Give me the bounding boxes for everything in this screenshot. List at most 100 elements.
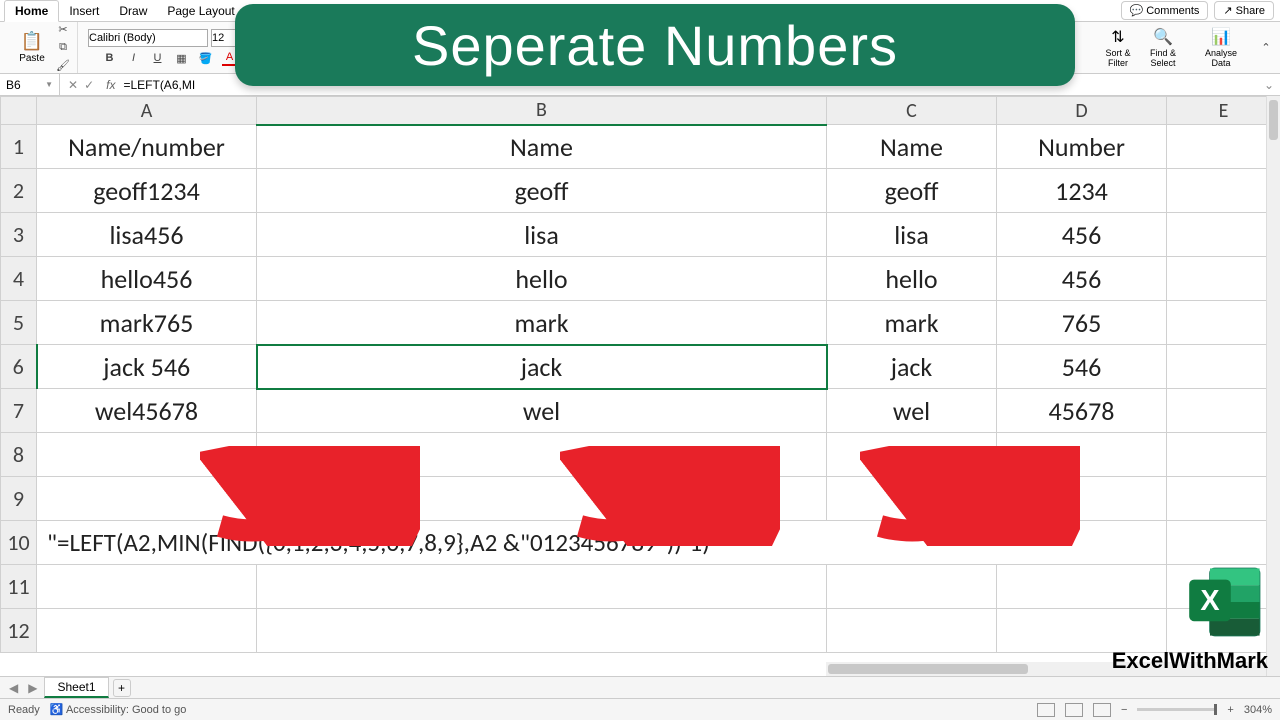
cell-A3[interactable]: lisa456 (37, 213, 257, 257)
row-header[interactable]: 9 (1, 477, 37, 521)
cell-B1[interactable]: Name (257, 125, 827, 169)
cell-E5[interactable] (1167, 301, 1280, 345)
cell-C12[interactable] (827, 609, 997, 653)
sheet-nav-prev-icon[interactable]: ◀ (6, 681, 21, 695)
row-header[interactable]: 12 (1, 609, 37, 653)
cell-E4[interactable] (1167, 257, 1280, 301)
cell-E2[interactable] (1167, 169, 1280, 213)
row-header[interactable]: 8 (1, 433, 37, 477)
zoom-in-icon[interactable]: + (1227, 704, 1233, 716)
cell-A2[interactable]: geoff1234 (37, 169, 257, 213)
sheet-tab[interactable]: Sheet1 (44, 677, 108, 698)
italic-button[interactable]: I (126, 50, 142, 66)
select-all-corner[interactable] (1, 97, 37, 125)
row-header[interactable]: 4 (1, 257, 37, 301)
add-sheet-button[interactable]: + (113, 679, 131, 697)
tab-insert[interactable]: Insert (59, 1, 109, 21)
zoom-slider[interactable] (1137, 708, 1217, 711)
tab-draw[interactable]: Draw (109, 1, 157, 21)
sort-filter-button[interactable]: ⇅ Sort & Filter (1097, 27, 1139, 68)
column-header[interactable]: D (997, 97, 1167, 125)
cell-E1[interactable] (1167, 125, 1280, 169)
cell-E7[interactable] (1167, 389, 1280, 433)
cell-C11[interactable] (827, 565, 997, 609)
spreadsheet-grid[interactable]: ABCDE1Name/numberNameNameNumber2geoff123… (0, 96, 1280, 653)
cell-D5[interactable]: 765 (997, 301, 1167, 345)
enter-formula-icon[interactable]: ✓ (84, 78, 94, 92)
underline-button[interactable]: U (150, 50, 166, 66)
cell-B11[interactable] (257, 565, 827, 609)
cell-E10[interactable] (1167, 521, 1280, 565)
cell-B5[interactable]: mark (257, 301, 827, 345)
row-header[interactable]: 3 (1, 213, 37, 257)
cell-C5[interactable]: mark (827, 301, 997, 345)
tab-page-layout[interactable]: Page Layout (157, 1, 244, 21)
cell-C7[interactable]: wel (827, 389, 997, 433)
copy-icon[interactable]: ⧉ (55, 40, 71, 56)
cell-D11[interactable] (997, 565, 1167, 609)
border-icon[interactable]: ▦ (174, 50, 190, 66)
tab-home[interactable]: Home (4, 0, 59, 22)
row-header[interactable]: 1 (1, 125, 37, 169)
cell-B12[interactable] (257, 609, 827, 653)
comments-button[interactable]: 💬Comments (1121, 1, 1209, 20)
cancel-formula-icon[interactable]: ✕ (68, 78, 78, 92)
format-painter-icon[interactable]: 🖌 (55, 58, 71, 74)
cell-C4[interactable]: hello (827, 257, 997, 301)
cell-D7[interactable]: 45678 (997, 389, 1167, 433)
font-name-select[interactable] (88, 29, 208, 47)
row-header[interactable]: 10 (1, 521, 37, 565)
cell-D1[interactable]: Number (997, 125, 1167, 169)
row-header[interactable]: 6 (1, 345, 37, 389)
ribbon-collapse-icon[interactable]: ⌃ (1258, 40, 1274, 56)
cell-C1[interactable]: Name (827, 125, 997, 169)
view-normal-icon[interactable] (1037, 703, 1055, 717)
cell-A7[interactable]: wel45678 (37, 389, 257, 433)
cell-B4[interactable]: hello (257, 257, 827, 301)
cell-B6[interactable]: jack (257, 345, 827, 389)
vertical-scrollbar[interactable] (1266, 96, 1280, 676)
cell-D4[interactable]: 456 (997, 257, 1167, 301)
cell-E9[interactable] (1167, 477, 1280, 521)
cell-D6[interactable]: 546 (997, 345, 1167, 389)
paste-button[interactable]: 📋 Paste (12, 31, 52, 64)
cell-D3[interactable]: 456 (997, 213, 1167, 257)
cell-C6[interactable]: jack (827, 345, 997, 389)
name-box[interactable]: B6▼ (0, 74, 60, 95)
find-select-button[interactable]: 🔍 Find & Select (1142, 27, 1184, 68)
cell-B2[interactable]: geoff (257, 169, 827, 213)
formula-expand-icon[interactable]: ⌄ (1258, 78, 1280, 92)
cell-A4[interactable]: hello456 (37, 257, 257, 301)
fx-icon[interactable]: fx (102, 78, 119, 92)
analyse-data-button[interactable]: 📊 Analyse Data (1200, 27, 1242, 68)
cell-E3[interactable] (1167, 213, 1280, 257)
cell-E8[interactable] (1167, 433, 1280, 477)
bold-button[interactable]: B (102, 50, 118, 66)
cut-icon[interactable]: ✂ (55, 22, 71, 38)
cell-B3[interactable]: lisa (257, 213, 827, 257)
cell-A5[interactable]: mark765 (37, 301, 257, 345)
cell-C3[interactable]: lisa (827, 213, 997, 257)
zoom-level[interactable]: 304% (1244, 704, 1272, 716)
fill-color-icon[interactable]: 🪣 (198, 50, 214, 66)
cell-D12[interactable] (997, 609, 1167, 653)
cell-B7[interactable]: wel (257, 389, 827, 433)
view-page-layout-icon[interactable] (1065, 703, 1083, 717)
column-header[interactable]: B (257, 97, 827, 125)
column-header[interactable]: C (827, 97, 997, 125)
zoom-out-icon[interactable]: − (1121, 704, 1127, 716)
cell-A11[interactable] (37, 565, 257, 609)
cell-D2[interactable]: 1234 (997, 169, 1167, 213)
cell-C2[interactable]: geoff (827, 169, 997, 213)
column-header[interactable]: A (37, 97, 257, 125)
cell-A12[interactable] (37, 609, 257, 653)
view-page-break-icon[interactable] (1093, 703, 1111, 717)
column-header[interactable]: E (1167, 97, 1280, 125)
cell-A6[interactable]: jack 546 (37, 345, 257, 389)
row-header[interactable]: 7 (1, 389, 37, 433)
sheet-nav-next-icon[interactable]: ▶ (25, 681, 40, 695)
chevron-down-icon[interactable]: ▼ (45, 80, 53, 89)
row-header[interactable]: 11 (1, 565, 37, 609)
row-header[interactable]: 2 (1, 169, 37, 213)
cell-E6[interactable] (1167, 345, 1280, 389)
